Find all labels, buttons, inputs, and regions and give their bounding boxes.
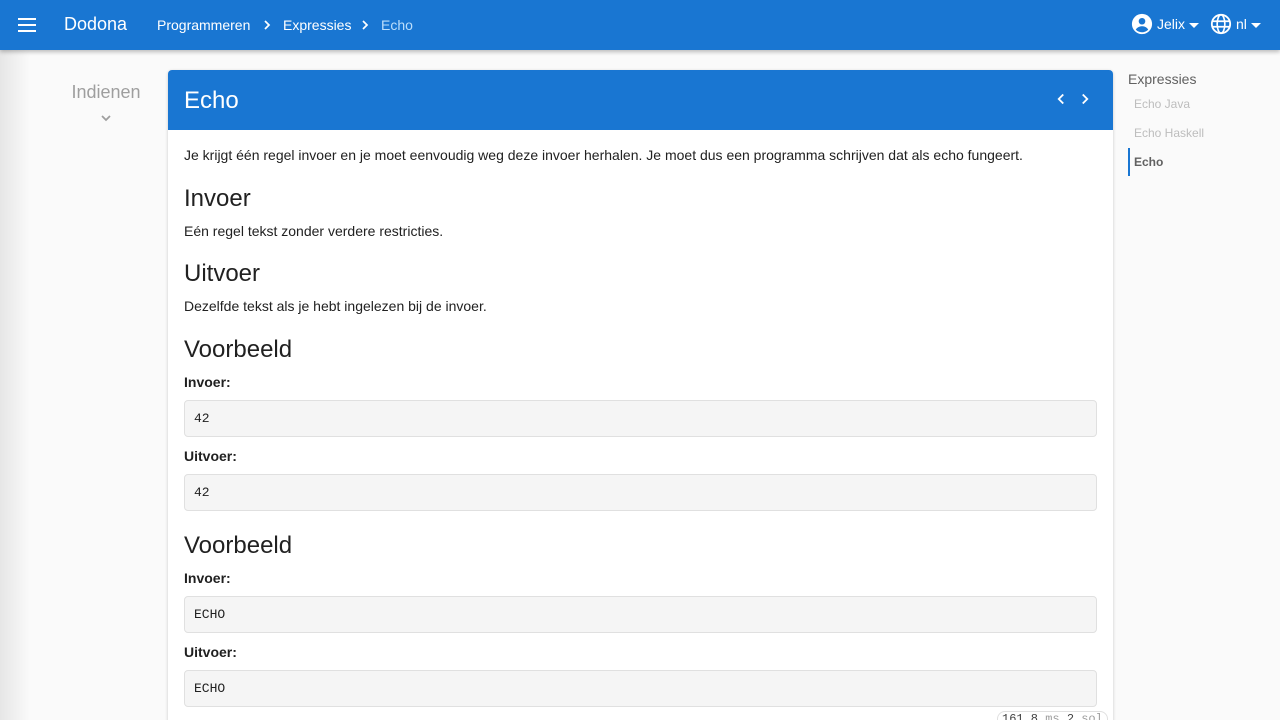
breadcrumb-programmeren[interactable]: Programmeren (157, 17, 250, 33)
card-header: Echo (168, 70, 1113, 130)
menu-icon[interactable] (16, 13, 40, 37)
sidebar-item-echo[interactable]: Echo (1128, 148, 1248, 176)
solution-count: 2 (1066, 712, 1075, 720)
example-input-label: Invoer: (184, 374, 231, 390)
solution-count-unit: sol (1081, 712, 1103, 720)
input-heading: Invoer (184, 185, 251, 212)
exercise-description: Je krijgt één regel invoer en je moet ee… (184, 147, 1023, 163)
chevron-down-icon (101, 115, 111, 122)
caret-down-icon (1189, 23, 1199, 28)
submit-toggle[interactable]: Indienen (60, 82, 152, 132)
globe-icon (1210, 13, 1232, 35)
example-input-code: 42 (184, 400, 1097, 437)
breadcrumb-echo: Echo (381, 17, 413, 33)
left-panel-shadow (0, 50, 30, 720)
example-output-code: 42 (184, 474, 1097, 511)
example-output-label: Uitvoer: (184, 644, 237, 660)
user-name: Jelix (1157, 16, 1186, 32)
output-heading: Uitvoer (184, 260, 261, 287)
example-input-label: Invoer: (184, 570, 231, 586)
exec-time-unit: ms (1045, 712, 1060, 720)
exec-time: 161.8 (1002, 712, 1039, 720)
example-output-label: Uitvoer: (184, 448, 237, 464)
execution-stats: 161.8 ms 2 sol (997, 711, 1108, 720)
sidebar-title: Expressies (1128, 71, 1197, 87)
example-heading: Voorbeeld (184, 336, 293, 363)
input-description: Eén regel tekst zonder verdere restricti… (184, 223, 444, 239)
example-input-code: ECHO (184, 596, 1097, 633)
caret-down-icon (1251, 23, 1261, 28)
previous-exercise-icon[interactable] (1052, 90, 1070, 108)
sidebar-item-echo-haskell[interactable]: Echo Haskell (1128, 119, 1248, 147)
output-description: Dezelfde tekst als je hebt ingelezen bij… (184, 298, 487, 314)
chevron-right-icon (264, 20, 271, 30)
brand-logo[interactable]: Dodona (64, 14, 127, 35)
account-circle-icon (1131, 13, 1153, 35)
chevron-right-icon (362, 20, 369, 30)
sidebar-item-echo-java[interactable]: Echo Java (1128, 90, 1248, 118)
exercise-title: Echo (184, 87, 239, 114)
language-label: nl (1236, 16, 1247, 32)
exercise-card: Echo Je krijgt één regel invoer en je mo… (168, 70, 1113, 720)
breadcrumb-expressies[interactable]: Expressies (283, 17, 351, 33)
top-app-bar: Dodona Programmeren Expressies Echo Jeli… (0, 0, 1280, 50)
example-heading: Voorbeeld (184, 532, 293, 559)
example-output-code: ECHO (184, 670, 1097, 707)
next-exercise-icon[interactable] (1076, 90, 1094, 108)
submit-label: Indienen (71, 82, 141, 102)
